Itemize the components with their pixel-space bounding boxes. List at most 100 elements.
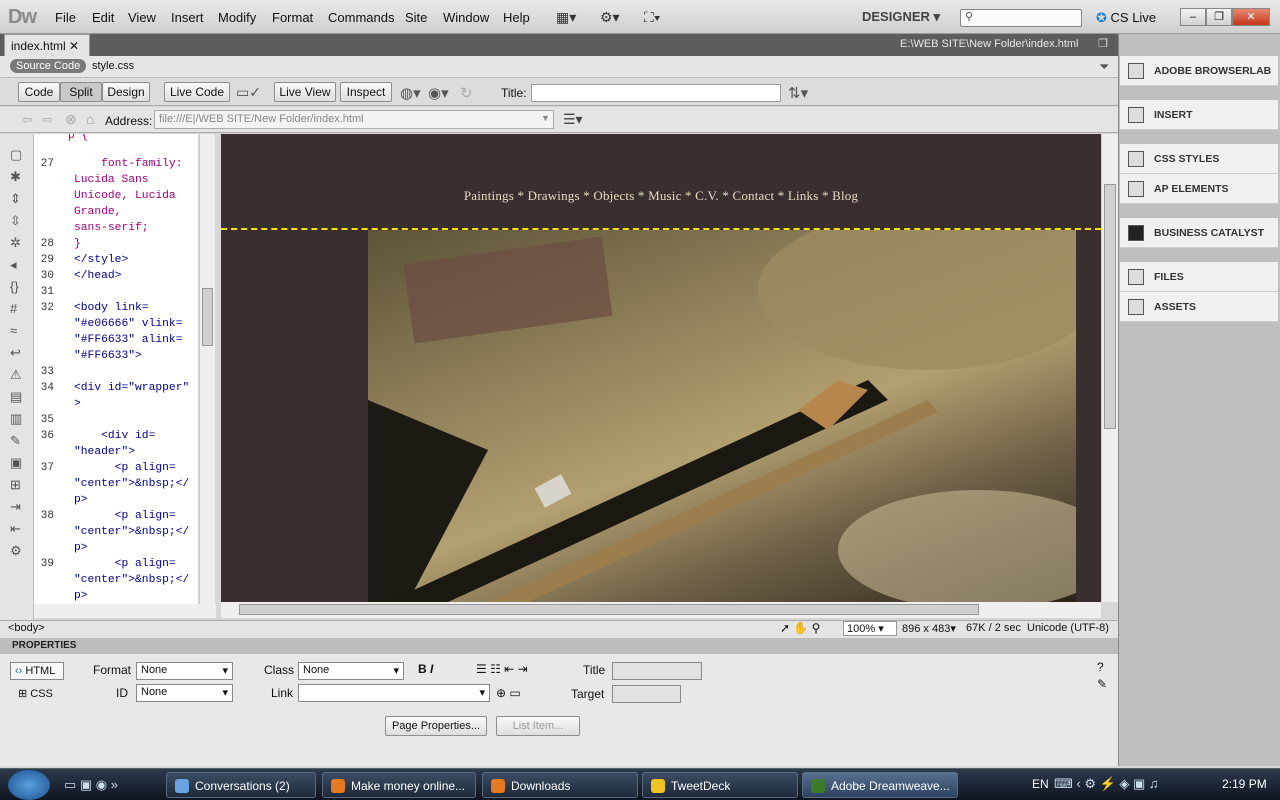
maximize-button[interactable]: ❐ [1206,8,1232,26]
site-nav[interactable]: Paintings * Drawings * Objects * Music *… [221,188,1101,204]
zoom-select[interactable]: 100% ▾ [843,621,897,636]
quick-tag-icon[interactable]: ✎ [1097,677,1107,691]
title-input[interactable] [531,84,781,102]
taskbar-item[interactable]: Downloads [482,772,638,798]
collapse-tag-icon[interactable]: ⇕ [10,188,22,210]
menu-format[interactable]: Format [272,10,313,25]
browser-options-icon[interactable]: ☰▾ [563,111,583,128]
close-icon[interactable]: ✕ [69,39,79,53]
design-view-button[interactable]: Design [102,82,150,102]
page-properties-button[interactable]: Page Properties... [385,716,487,736]
restore-icon[interactable]: ❐ [1098,37,1108,50]
quick-launch-icons[interactable]: ▭ ▣ ◉ » [64,777,118,793]
show-code-navigator-icon[interactable]: ✱ [10,166,22,188]
format-select[interactable]: None ▾ [136,662,233,680]
design-view[interactable]: Paintings * Drawings * Objects * Music *… [221,134,1101,602]
globe-icon[interactable]: ◍▾ [400,84,421,102]
menu-site[interactable]: Site [405,10,427,25]
menu-modify[interactable]: Modify [218,10,256,25]
apply-comment-icon[interactable]: ▤ [10,386,22,408]
css-mode-button[interactable]: ⊞ CSS [18,687,53,700]
design-horizontal-scrollbar[interactable] [221,602,1101,618]
code-view-button[interactable]: Code [18,82,60,102]
gear-icon[interactable]: ⚙▾ [600,9,620,26]
forward-icon[interactable]: ⇨ [42,112,53,128]
outdent-icon[interactable]: ⇤ [10,518,22,540]
home-icon[interactable]: ⌂ [86,111,94,127]
menu-edit[interactable]: Edit [92,10,114,25]
indent-icon[interactable]: ⇥ [10,496,22,518]
close-button[interactable]: ✕ [1232,8,1270,26]
code-horizontal-scrollbar[interactable] [34,604,216,618]
address-input[interactable]: file:///E|/WEB SITE/New Folder/index.htm… [154,110,554,129]
menu-help[interactable]: Help [503,10,530,25]
target-select[interactable] [612,685,681,703]
site-icon[interactable]: ⛶▾ [644,9,661,26]
open-documents-icon[interactable]: ▢ [10,144,22,166]
recent-snippets-icon[interactable]: ▣ [10,452,22,474]
layout-icon[interactable]: ▦▾ [556,9,576,26]
menu-view[interactable]: View [128,10,156,25]
tab-index-html[interactable]: index.html ✕ [4,34,90,56]
format-source-icon[interactable]: ⚙ [10,540,22,562]
panel-insert[interactable]: INSERT [1120,100,1278,130]
cs-live-button[interactable]: ✪ CS Live [1096,10,1156,26]
live-view-button[interactable]: Live View [274,82,336,102]
tag-selector[interactable]: <body> [8,622,45,634]
inspect-button[interactable]: Inspect [340,82,392,102]
back-icon[interactable]: ⇦ [22,112,33,128]
panel-assets[interactable]: ASSETS [1120,292,1278,322]
filter-icon[interactable]: ⏷ [1099,59,1109,75]
code-editor[interactable]: p { font-family: Lucida Sans Unicode, Lu… [68,134,198,604]
search-input[interactable]: ⚲ [960,9,1082,27]
language-indicator[interactable]: EN [1032,777,1049,791]
split-view-button[interactable]: Split [60,82,102,102]
menu-window[interactable]: Window [443,10,489,25]
panel-css-styles[interactable]: CSS STYLES [1120,144,1278,174]
syntax-error-icon[interactable]: ⚠ [10,364,22,386]
bold-button[interactable]: B I [418,662,433,676]
collapse-selection-icon[interactable]: ⇳ [10,210,22,232]
related-file-style-css[interactable]: style.css [92,60,134,72]
taskbar-item[interactable]: Make money online... [322,772,476,798]
live-code-button[interactable]: Live Code [164,82,230,102]
refresh-icon[interactable]: ↻ [460,84,473,102]
title-prop-input[interactable] [612,662,702,680]
design-scrollbar[interactable] [1101,134,1118,602]
point-to-file-icon[interactable]: ⊕ ▭ [496,686,521,700]
start-button[interactable] [8,770,50,800]
code-scrollbar[interactable] [199,134,215,604]
highlight-invalid-icon[interactable]: ≈ [10,320,22,342]
panel-ap-elements[interactable]: AP ELEMENTS [1120,174,1278,204]
wrap-tag-icon[interactable]: ✎ [10,430,22,452]
move-css-icon[interactable]: ⊞ [10,474,22,496]
expand-all-icon[interactable]: ✲ [10,232,22,254]
taskbar-item[interactable]: TweetDeck [642,772,798,798]
menu-insert[interactable]: Insert [171,10,204,25]
line-numbers-icon[interactable]: # [10,298,22,320]
tray-icons[interactable]: ⌨ ‹ ⚙ ⚡ ◈ ▣ ♫ [1054,776,1159,792]
menu-commands[interactable]: Commands [328,10,394,25]
panel-business-catalyst[interactable]: BUSINESS CATALYST [1120,218,1278,248]
taskbar-item[interactable]: Conversations (2) [166,772,316,798]
workspace-switcher[interactable]: DESIGNER ▾ [862,9,940,25]
panel-files[interactable]: FILES [1120,262,1278,292]
panel-adobe-browserlab[interactable]: ADOBE BROWSERLAB [1120,56,1278,86]
source-code-button[interactable]: Source Code [10,59,87,73]
class-select[interactable]: None ▾ [298,662,404,680]
check-page-icon[interactable]: ▭✓ [236,84,261,101]
select-parent-tag-icon[interactable]: ◂ [10,254,22,276]
chevron-down-icon[interactable]: ▼ [541,113,550,123]
window-size[interactable]: 896 x 483▾ [902,622,956,635]
remove-comment-icon[interactable]: ▥ [10,408,22,430]
minimize-button[interactable]: – [1180,8,1206,26]
taskbar-item[interactable]: Adobe Dreamweave... [802,772,958,798]
word-wrap-icon[interactable]: ↩ [10,342,22,364]
balance-braces-icon[interactable]: {} [10,276,22,298]
stop-icon[interactable]: ⊗ [65,111,77,128]
help-icon[interactable]: ? [1097,660,1104,674]
visual-aids-icon[interactable]: ◉▾ [428,84,449,102]
id-select[interactable]: None ▾ [136,684,233,702]
list-buttons[interactable]: ☰ ☷ ⇤ ⇥ [476,662,528,676]
menu-file[interactable]: File [55,10,76,25]
